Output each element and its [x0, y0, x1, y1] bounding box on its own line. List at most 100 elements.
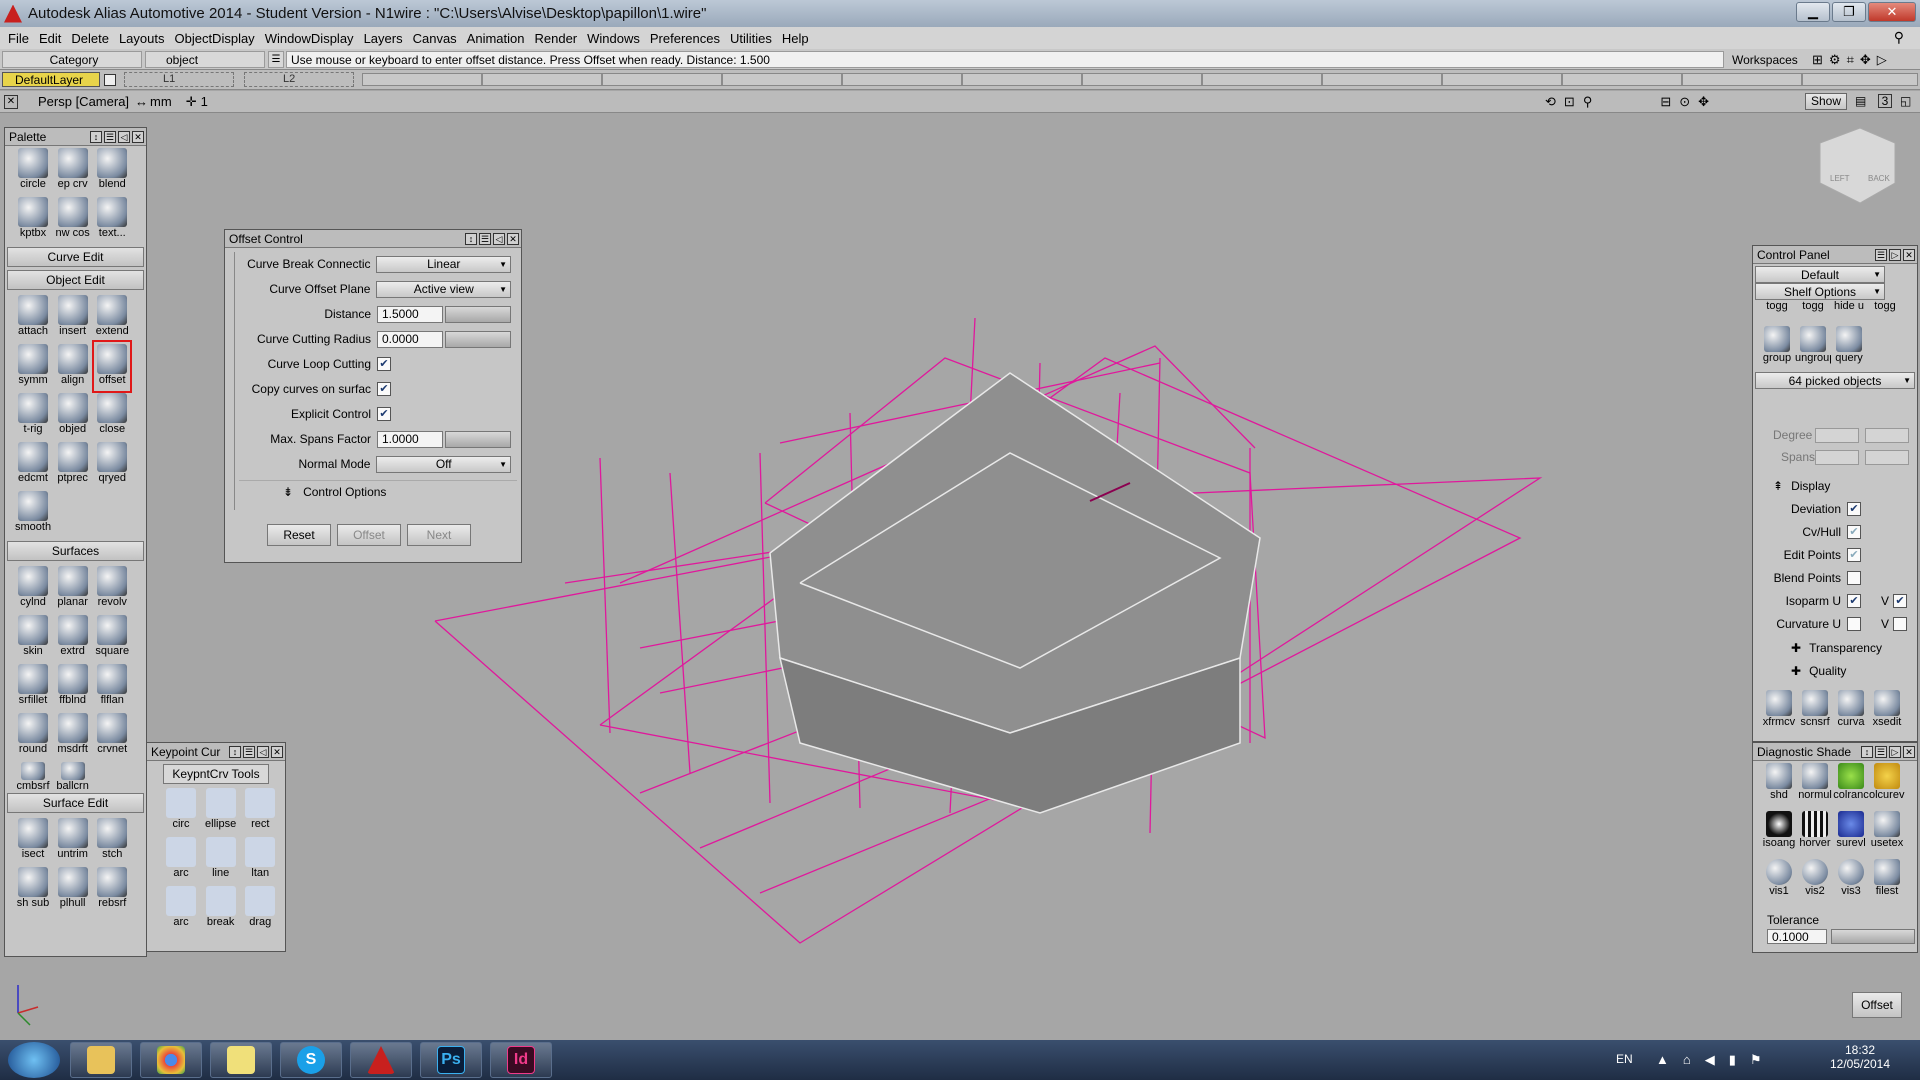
category-selector[interactable]: Category [2, 51, 142, 68]
normul-tool[interactable]: normul [1797, 761, 1833, 809]
loop-cutting-checkbox[interactable]: ✔ [377, 357, 391, 371]
clock[interactable]: 18:32 12/05/2014 [1820, 1043, 1900, 1071]
menu-windows[interactable]: Windows [585, 31, 648, 46]
extrd-tool[interactable]: extrd [55, 613, 91, 662]
extend-tool[interactable]: extend [94, 293, 130, 342]
kp-drag-tool[interactable]: drag [242, 884, 278, 933]
curve-break-dropdown[interactable]: Linear [376, 255, 511, 273]
zoom-label[interactable]: 1 [201, 94, 208, 109]
blend-tool[interactable]: blend [94, 146, 130, 195]
crvnet-tool[interactable]: crvnet [94, 711, 130, 760]
layout-number[interactable]: 3 [1878, 94, 1892, 108]
cutting-radius-slider[interactable] [445, 330, 511, 348]
usetex-tool[interactable]: usetex [1869, 809, 1905, 857]
prompt-list-icon[interactable]: ☰ [268, 51, 284, 68]
isoparm-u-checkbox[interactable]: ✔ [1847, 594, 1861, 608]
search-help-icon[interactable]: ⚲ [1892, 29, 1912, 46]
ds-expand-icon[interactable]: ↕ [1861, 745, 1873, 758]
keypoint-expand-icon[interactable]: ↕ [229, 745, 241, 758]
ballcrn-tool[interactable]: ballcrn [55, 760, 91, 792]
srfillet-tool[interactable]: srfillet [15, 662, 51, 711]
ffblnd-tool[interactable]: ffblnd [55, 662, 91, 711]
cp-menu-icon[interactable]: ☰ [1875, 248, 1887, 261]
curve-edit-section[interactable]: Curve Edit [7, 247, 144, 267]
kp-rect-tool[interactable]: rect [242, 786, 278, 835]
curvature-u-checkbox[interactable] [1847, 617, 1861, 631]
spans-v-field[interactable] [1865, 450, 1909, 465]
start-button[interactable] [8, 1042, 60, 1078]
text-tool[interactable]: text... [94, 195, 130, 244]
degree-v-field[interactable] [1865, 428, 1909, 443]
cylnd-tool[interactable]: cylnd [15, 564, 51, 613]
tray-expand-icon[interactable]: ▲ [1656, 1052, 1669, 1068]
menu-delete[interactable]: Delete [69, 31, 117, 46]
language-indicator[interactable]: EN [1616, 1052, 1633, 1066]
menu-layouts[interactable]: Layouts [117, 31, 173, 46]
colranc-tool[interactable]: colranc [1833, 761, 1869, 809]
taskbar-indesign[interactable]: Id [490, 1042, 552, 1078]
vis2-tool[interactable]: vis2 [1797, 857, 1833, 905]
prompt-line[interactable]: Use mouse or keyboard to enter offset di… [286, 51, 1724, 68]
sh-sub-tool[interactable]: sh sub [15, 865, 51, 914]
keypoint-collapse-icon[interactable]: ◁ [257, 745, 269, 758]
max-spans-field[interactable]: 1.0000 [377, 430, 443, 448]
volume-icon[interactable]: ◀ [1705, 1052, 1715, 1068]
taskbar-explorer[interactable] [70, 1042, 132, 1078]
reset-button[interactable]: Reset [267, 524, 331, 546]
keypoint-close-icon[interactable]: ✕ [271, 745, 283, 758]
menu-windowdisplay[interactable]: WindowDisplay [263, 31, 362, 46]
menu-file[interactable]: File [6, 31, 37, 46]
menu-animation[interactable]: Animation [465, 31, 533, 46]
close-button[interactable]: ✕ [1868, 2, 1916, 22]
oc-expand-icon[interactable]: ↕ [465, 232, 477, 245]
edcmt-tool[interactable]: edcmt [15, 440, 51, 489]
oc-close-icon[interactable]: ✕ [507, 232, 519, 245]
blend-points-checkbox[interactable] [1847, 571, 1861, 585]
minimize-button[interactable]: ▁ [1796, 2, 1830, 22]
objed-tool[interactable]: objed [55, 391, 91, 440]
tumble-icon[interactable]: ⟲ [1545, 94, 1556, 110]
viewport-maximize-icon[interactable]: ◱ [1900, 94, 1911, 108]
taskbar-photoshop[interactable]: Ps [420, 1042, 482, 1078]
layer-l2-button[interactable]: L2 [244, 72, 354, 87]
layout-icon[interactable]: ⊟ [1660, 94, 1671, 110]
max-spans-slider[interactable] [445, 430, 511, 448]
menu-canvas[interactable]: Canvas [411, 31, 465, 46]
transparency-toggle[interactable]: ✚ Transparency [1791, 638, 1882, 658]
workspace-tool-icon[interactable]: ⚙ [1829, 52, 1841, 68]
shelf-hide-u[interactable]: hide u [1831, 300, 1867, 324]
shelf-togg-1[interactable]: togg [1759, 300, 1795, 324]
shelf-options-dropdown[interactable]: Shelf Options [1755, 283, 1885, 300]
msdrft-tool[interactable]: msdrft [55, 711, 91, 760]
kp-line-tool[interactable]: line [203, 835, 239, 884]
tolerance-field[interactable]: 0.1000 [1767, 929, 1827, 944]
stch-tool[interactable]: stch [94, 816, 130, 865]
close-tool[interactable]: close [94, 391, 130, 440]
isoang-tool[interactable]: isoang [1761, 809, 1797, 857]
default-layer-button[interactable]: DefaultLayer [2, 72, 100, 87]
cutting-radius-field[interactable]: 0.0000 [377, 330, 443, 348]
shelf-togg-2[interactable]: togg [1795, 300, 1831, 324]
nw-cos-tool[interactable]: nw cos [55, 195, 91, 244]
isect-tool[interactable]: isect [15, 816, 51, 865]
layer-l1-button[interactable]: L1 [124, 72, 234, 87]
menu-layers[interactable]: Layers [362, 31, 411, 46]
keypoint-tab[interactable]: KeypntCrv Tools [163, 764, 269, 784]
kp-arc-tool[interactable]: arc [163, 835, 199, 884]
offset-button[interactable]: Offset [337, 524, 401, 546]
cp-expand-icon[interactable]: ▷ [1889, 248, 1901, 261]
maximize-button[interactable]: ❐ [1832, 2, 1866, 22]
tray-device-icon[interactable]: ⌂ [1683, 1052, 1691, 1068]
deviation-checkbox[interactable]: ✔ [1847, 502, 1861, 516]
untrim-tool[interactable]: untrim [55, 816, 91, 865]
network-icon[interactable]: ▮ [1729, 1052, 1736, 1068]
kp-ellipse-tool[interactable]: ellipse [203, 786, 239, 835]
kp-circ-tool[interactable]: circ [163, 786, 199, 835]
frame-icon[interactable]: ⊡ [1564, 94, 1575, 110]
vis3-tool[interactable]: vis3 [1833, 857, 1869, 905]
move-icon[interactable]: ✥ [1698, 94, 1709, 110]
single-view-icon[interactable]: ▤ [1855, 94, 1866, 108]
shelf-togg-3[interactable]: togg [1867, 300, 1903, 324]
palette-expand-icon[interactable]: ↕ [90, 130, 102, 143]
filest-tool[interactable]: filest [1869, 857, 1905, 905]
